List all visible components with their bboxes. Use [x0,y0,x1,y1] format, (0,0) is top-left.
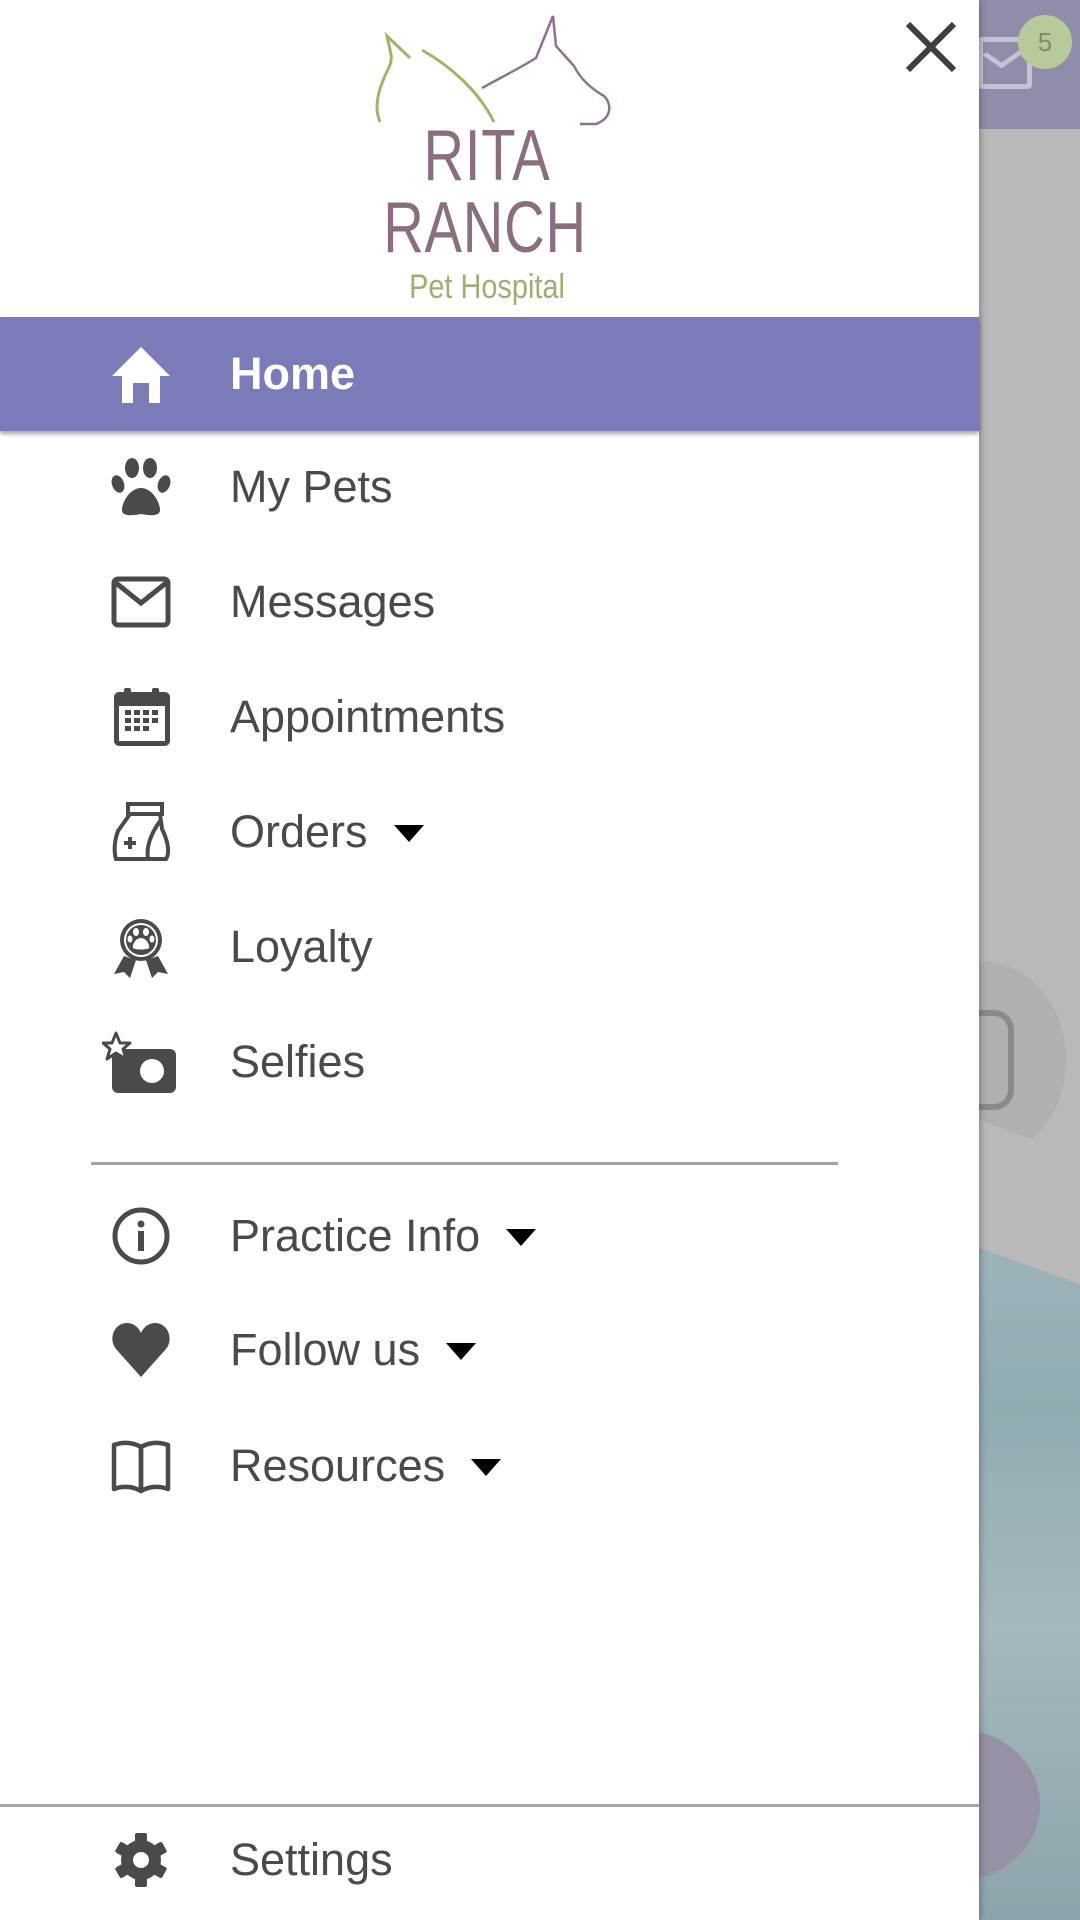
menu-item-loyalty[interactable]: Loyalty [0,890,979,1004]
paw-icon [110,458,172,516]
home-icon [110,345,172,403]
menu-item-settings[interactable]: Settings [0,1803,979,1917]
menu-item-label: Selfies [230,1036,366,1087]
award-ribbon-icon [110,918,172,978]
menu-item-label: Loyalty [230,921,373,972]
food-bag-icon [110,802,172,861]
book-icon [110,1437,172,1495]
camera-star-icon [102,1031,178,1093]
menu-item-label: Appointments [230,691,506,742]
menu-item-text: Orders [230,806,368,857]
practice-logo: RITA RANCH Pet Hospital [360,10,630,310]
menu-item-label: Resources [230,1409,502,1523]
menu-item-messages[interactable]: Messages [0,545,979,659]
caret-down-icon[interactable] [506,1228,537,1246]
menu-item-text: Resources [230,1440,446,1491]
logo-text-pet-hospital: Pet Hospital [409,268,565,306]
close-drawer-button[interactable] [900,18,960,78]
gear-icon [110,1831,172,1889]
menu-item-my-pets[interactable]: My Pets [0,430,979,544]
menu-item-text: Practice Info [230,1210,481,1261]
menu-item-label: Follow us [230,1293,477,1407]
notification-badge: 5 [1018,15,1072,69]
menu-item-practice-info[interactable]: Practice Info [0,1179,979,1293]
caret-down-icon[interactable] [393,824,424,842]
menu-item-appointments[interactable]: Appointments [0,660,979,774]
cat-dog-silhouette-icon [375,15,611,126]
menu-item-follow-us[interactable]: Follow us [0,1293,979,1407]
caret-down-icon[interactable] [446,1342,477,1360]
calendar-icon [110,688,172,746]
close-icon [905,21,957,73]
envelope-icon [110,573,172,631]
menu-item-resources[interactable]: Resources [0,1409,979,1523]
navigation-drawer: RITA RANCH Pet Hospital Home My Pets Mes… [0,0,979,1920]
menu-item-text: Follow us [230,1324,421,1375]
menu-item-label: Settings [230,1834,393,1885]
menu-item-orders[interactable]: Orders [0,775,979,889]
menu-item-label: Messages [230,576,436,627]
heart-icon [110,1321,172,1379]
menu-divider [91,1162,838,1165]
logo-text-rita: RITA [423,116,551,196]
menu-item-label: Practice Info [230,1179,537,1293]
menu-item-label: Home [230,348,356,399]
menu-item-label: My Pets [230,461,393,512]
logo-text-ranch: RANCH [383,188,587,268]
caret-down-icon[interactable] [471,1458,502,1476]
menu-item-home[interactable]: Home [0,317,979,431]
menu-item-selfies[interactable]: Selfies [0,1005,979,1119]
menu-item-label: Orders [230,775,424,889]
info-icon [110,1207,172,1265]
